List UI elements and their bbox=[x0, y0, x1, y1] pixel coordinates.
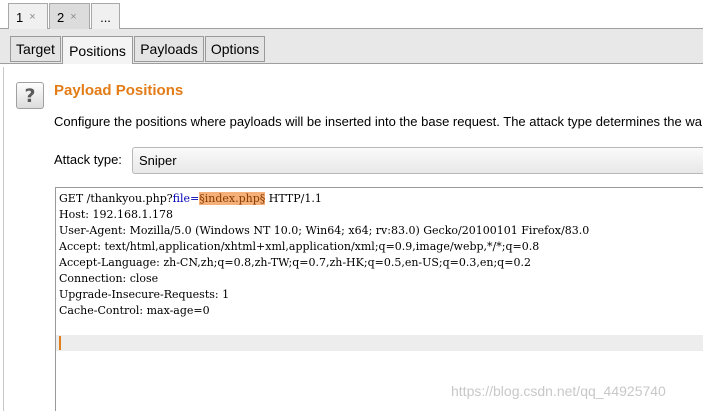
new-tab-button[interactable]: ... bbox=[91, 3, 120, 30]
request-tab-bar: 1 × 2 × ... bbox=[0, 0, 703, 30]
request-tab-2[interactable]: 2 × bbox=[49, 3, 90, 30]
attack-type-value: Sniper bbox=[139, 153, 177, 168]
header-line: Upgrade-Insecure-Requests: 1 bbox=[59, 288, 230, 301]
tab-label: 1 bbox=[16, 9, 24, 25]
tab-target[interactable]: Target bbox=[10, 36, 61, 62]
watermark: https://blog.csdn.net/qq_44925740 bbox=[451, 383, 666, 399]
tab-label: 2 bbox=[57, 9, 65, 25]
tab-label: ... bbox=[100, 9, 111, 25]
close-icon[interactable]: × bbox=[29, 11, 35, 23]
close-icon[interactable]: × bbox=[70, 11, 76, 23]
tab-payloads[interactable]: Payloads bbox=[134, 36, 204, 62]
panel-description: Configure the positions where payloads w… bbox=[54, 114, 702, 129]
current-line-highlight bbox=[56, 335, 703, 351]
payload-marker[interactable]: §index.php§ bbox=[199, 192, 266, 205]
header-line: Accept-Language: zh-CN,zh;q=0.8,zh-TW;q=… bbox=[59, 256, 531, 269]
header-line: Cache-Control: max-age=0 bbox=[59, 304, 210, 317]
help-icon[interactable]: ? bbox=[16, 82, 44, 109]
attack-type-select[interactable]: Sniper bbox=[132, 147, 703, 174]
header-line: Host: 192.168.1.178 bbox=[59, 208, 173, 221]
positions-panel: ? Payload Positions Configure the positi… bbox=[3, 67, 703, 411]
header-line: Connection: close bbox=[59, 272, 159, 285]
header-line: Accept: text/html,application/xhtml+xml,… bbox=[59, 240, 540, 253]
page-title: Payload Positions bbox=[54, 82, 184, 99]
request-editor[interactable]: GET /thankyou.php?file=§index.php§ HTTP/… bbox=[55, 187, 703, 411]
request-line: GET /thankyou.php?file=§index.php§ HTTP/… bbox=[59, 192, 322, 205]
param-name: file bbox=[172, 192, 191, 205]
section-tab-bar: Target Positions Payloads Options bbox=[0, 29, 703, 64]
tab-options[interactable]: Options bbox=[205, 36, 265, 62]
attack-type-label: Attack type: bbox=[54, 152, 122, 167]
text-caret bbox=[59, 336, 61, 350]
header-line: User-Agent: Mozilla/5.0 (Windows NT 10.0… bbox=[59, 224, 590, 237]
tab-positions[interactable]: Positions bbox=[62, 36, 133, 64]
request-tab-1[interactable]: 1 × bbox=[8, 3, 48, 30]
